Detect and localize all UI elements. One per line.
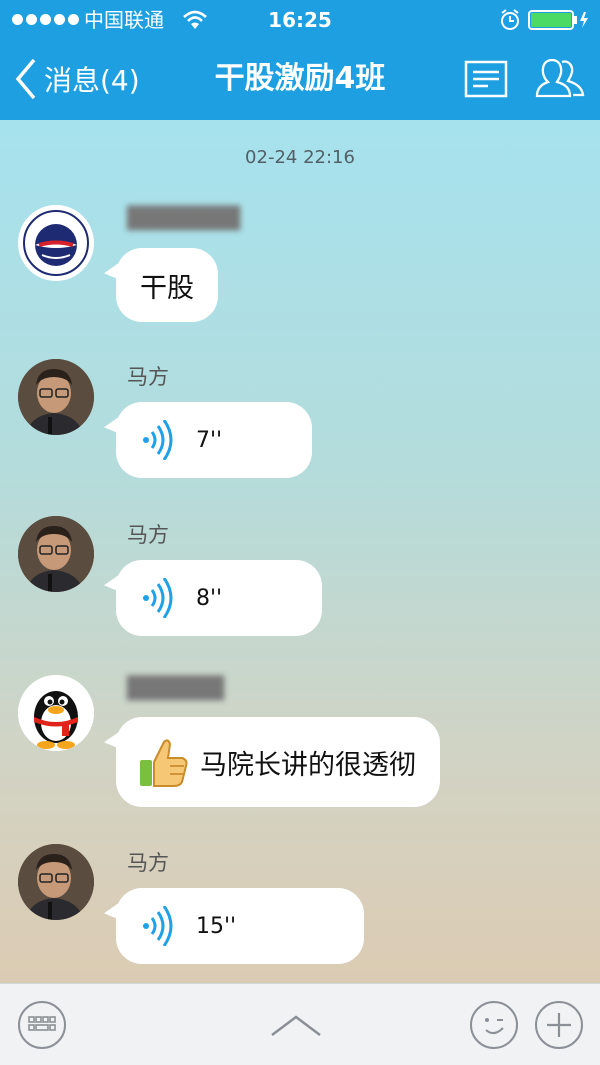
avatar-photo[interactable] bbox=[18, 516, 94, 592]
voice-duration: 15'' bbox=[196, 913, 237, 939]
avatar-logo[interactable] bbox=[18, 205, 94, 281]
battery-icon bbox=[528, 10, 588, 30]
avatar-photo[interactable] bbox=[18, 844, 94, 920]
voice-message-bubble[interactable]: 7'' bbox=[116, 402, 312, 478]
message-timestamp: 02-24 22:16 bbox=[245, 147, 355, 168]
emoji-button[interactable] bbox=[470, 1001, 518, 1049]
message-text: 马院长讲的很透彻 bbox=[200, 749, 416, 781]
person-photo-icon bbox=[18, 359, 94, 435]
voice-message-bubble[interactable]: 8'' bbox=[116, 560, 322, 636]
message-bubble[interactable]: 干股 bbox=[116, 248, 218, 322]
input-bar bbox=[0, 983, 600, 1065]
more-options-button[interactable] bbox=[535, 1001, 583, 1049]
sender-name: ███████ bbox=[127, 206, 241, 230]
voice-wave-icon bbox=[143, 420, 173, 460]
keyboard-icon bbox=[28, 1016, 56, 1031]
voice-wave-icon bbox=[143, 906, 173, 946]
person-photo-icon bbox=[18, 516, 94, 592]
smiley-icon bbox=[485, 1018, 504, 1034]
group-members-icon[interactable] bbox=[535, 56, 587, 100]
page-title: 干股激励4班 bbox=[214, 61, 386, 96]
alarm-icon bbox=[501, 9, 519, 30]
message-bubble[interactable]: 马院长讲的很透彻 bbox=[116, 717, 440, 807]
voice-duration: 8'' bbox=[196, 585, 223, 611]
status-bar: 中国联通 16:25 bbox=[0, 0, 600, 40]
sender-name: 马方 bbox=[127, 851, 169, 875]
plus-icon bbox=[547, 1013, 571, 1037]
avatar-penguin[interactable] bbox=[18, 675, 94, 751]
penguin-avatar-icon bbox=[18, 675, 94, 751]
person-photo-icon bbox=[18, 844, 94, 920]
chat-settings-icon[interactable] bbox=[464, 60, 508, 98]
voice-message-bubble[interactable]: 15'' bbox=[116, 888, 364, 964]
thumbs-up-icon bbox=[140, 739, 188, 787]
sender-name: 马方 bbox=[127, 365, 169, 389]
voice-duration: 7'' bbox=[196, 427, 223, 453]
company-logo-icon bbox=[20, 207, 92, 279]
keyboard-button[interactable] bbox=[18, 1001, 66, 1049]
sender-name: 马方 bbox=[127, 523, 169, 547]
header: 中国联通 16:25 消息(4) 干股激励4班 bbox=[0, 0, 600, 120]
voice-wave-icon bbox=[143, 578, 173, 618]
navbar: 消息(4) 干股激励4班 bbox=[0, 40, 600, 120]
sender-name: ██████ bbox=[127, 676, 224, 700]
message-text: 干股 bbox=[140, 272, 194, 304]
avatar-photo[interactable] bbox=[18, 359, 94, 435]
chevron-up-icon[interactable] bbox=[268, 1011, 324, 1041]
chat-area[interactable]: 02-24 22:16 ███████ 干股 马方 7'' 马方 8'' ███… bbox=[0, 120, 600, 983]
